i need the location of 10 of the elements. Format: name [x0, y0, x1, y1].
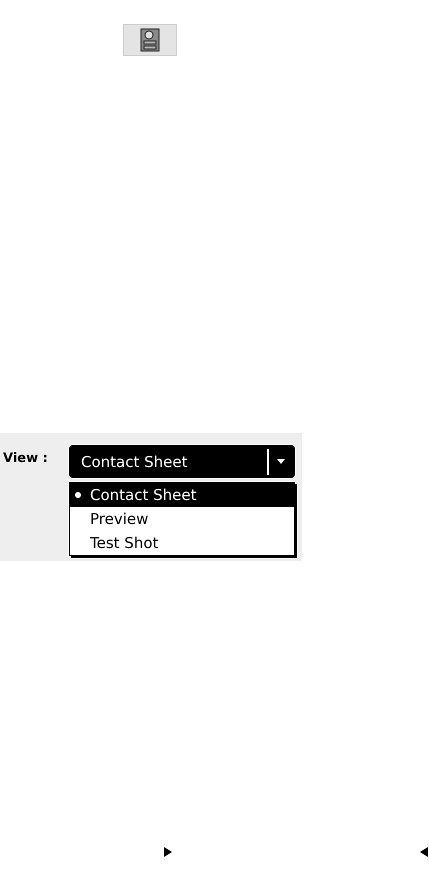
bullet-icon [75, 492, 81, 498]
left-arrow-icon [420, 847, 428, 857]
caret-icon [277, 459, 285, 464]
menu-item[interactable]: Contact Sheet [70, 483, 294, 507]
right-arrow-icon [164, 847, 172, 857]
view-label: View : [3, 451, 49, 466]
menu-item[interactable]: Test Shot [70, 531, 294, 555]
view-dropdown[interactable]: Contact Sheet [69, 445, 295, 478]
camera-button[interactable] [123, 24, 177, 56]
menu-item[interactable]: Preview [70, 507, 294, 531]
